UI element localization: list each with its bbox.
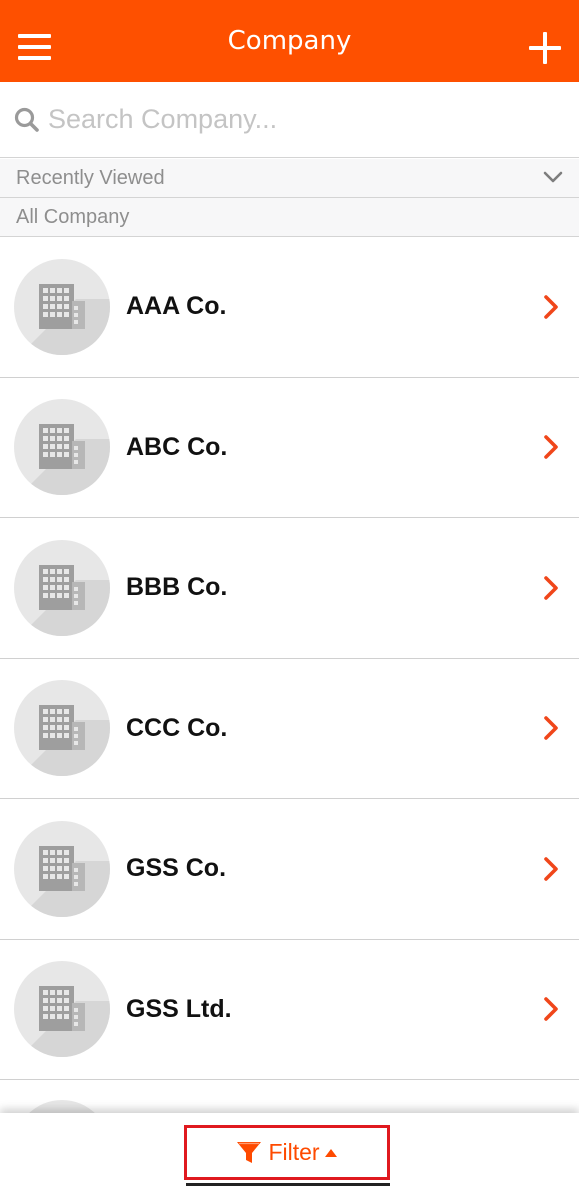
company-name: AAA Co. bbox=[126, 292, 227, 321]
chevron-right-icon bbox=[544, 716, 558, 741]
company-name: CCC Co. bbox=[126, 713, 228, 742]
search-icon bbox=[14, 107, 39, 132]
chevron-right-icon bbox=[544, 856, 558, 881]
funnel-icon bbox=[237, 1141, 262, 1163]
list-item[interactable]: CCC Co. bbox=[0, 658, 579, 799]
company-list: AAA Co. ABC Co. BBB Co. CCC Co. GSS Co. … bbox=[0, 237, 579, 1080]
page-title: Company bbox=[227, 26, 352, 56]
building-icon bbox=[14, 399, 110, 496]
recently-viewed-label: Recently Viewed bbox=[16, 166, 165, 189]
list-item[interactable]: AAA Co. bbox=[0, 237, 579, 378]
company-name: GSS Ltd. bbox=[126, 994, 232, 1023]
caret-up-icon bbox=[324, 1148, 337, 1157]
list-item[interactable]: ABC Co. bbox=[0, 377, 579, 518]
app-header: Company bbox=[0, 0, 579, 82]
chevron-right-icon bbox=[544, 997, 558, 1022]
bottom-bar: Filter bbox=[0, 1113, 579, 1200]
list-item[interactable]: GSS Co. bbox=[0, 799, 579, 940]
search-bar bbox=[0, 82, 579, 158]
search-input[interactable] bbox=[48, 104, 548, 135]
building-icon bbox=[14, 961, 110, 1058]
all-company-header: All Company bbox=[0, 198, 579, 237]
building-icon bbox=[14, 258, 110, 355]
filter-button[interactable]: Filter bbox=[184, 1125, 390, 1180]
building-icon bbox=[14, 680, 110, 777]
all-company-label: All Company bbox=[16, 205, 130, 228]
building-icon bbox=[14, 539, 110, 636]
chevron-right-icon bbox=[544, 294, 558, 319]
chevron-down-icon bbox=[543, 171, 563, 183]
filter-label: Filter bbox=[268, 1139, 320, 1165]
chevron-right-icon bbox=[544, 575, 558, 600]
filter-underline bbox=[186, 1183, 390, 1186]
list-item[interactable]: GSS Ltd. bbox=[0, 939, 579, 1080]
add-company-button[interactable] bbox=[529, 32, 561, 64]
company-name: GSS Co. bbox=[126, 854, 227, 883]
company-name: BBB Co. bbox=[126, 573, 228, 602]
list-item[interactable]: BBB Co. bbox=[0, 518, 579, 659]
recently-viewed-toggle[interactable]: Recently Viewed bbox=[0, 159, 579, 198]
company-name: ABC Co. bbox=[126, 432, 228, 461]
chevron-right-icon bbox=[544, 435, 558, 460]
hamburger-menu-icon[interactable] bbox=[18, 34, 51, 60]
building-icon bbox=[14, 820, 110, 917]
